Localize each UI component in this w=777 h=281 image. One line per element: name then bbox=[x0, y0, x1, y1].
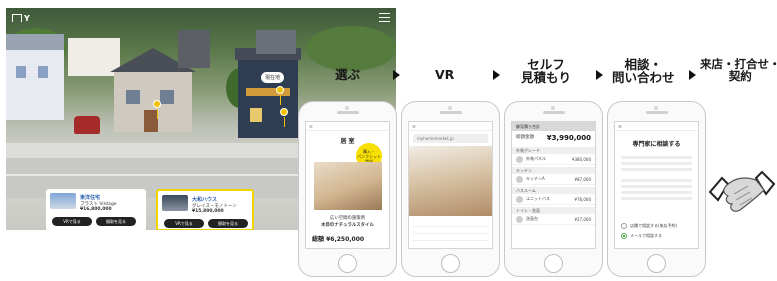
home-button[interactable] bbox=[338, 254, 357, 273]
view-vr-button[interactable]: VRで見る bbox=[164, 219, 204, 228]
house-left[interactable] bbox=[6, 34, 64, 120]
view-plan-button[interactable]: 間取を見る bbox=[96, 217, 136, 226]
estimate-item[interactable]: 外装パネル ¥380,000 bbox=[512, 154, 595, 165]
arrow-right-icon bbox=[689, 70, 696, 80]
screen-price: 総額 ¥6,250,000 bbox=[312, 236, 365, 243]
step-label-vr: VR bbox=[435, 67, 455, 82]
red-car bbox=[74, 116, 100, 134]
map-pin-icon[interactable] bbox=[280, 108, 288, 127]
phone-select: ☰ 居 室 購入・ パンフレット 請求 広い空間の施策例 木目のナチュラルスタイ… bbox=[298, 101, 397, 277]
radio-option-store[interactable]: 店舗で相談する(来店予約) bbox=[621, 223, 692, 229]
current-location-label: 現在地 bbox=[261, 72, 285, 83]
map-pin-icon[interactable] bbox=[153, 100, 161, 119]
step-label-select: 選ぶ bbox=[335, 67, 361, 82]
house-card-selected[interactable]: 大和ハウス グレイス・モノトーン ¥15,800,000 VRで見る 間取を見る bbox=[156, 189, 254, 230]
screen-title: 居 室 bbox=[340, 138, 355, 145]
estimate-item[interactable]: キッチンA ¥87,000 bbox=[512, 174, 595, 185]
arrow-right-icon bbox=[596, 70, 603, 80]
view-plan-button[interactable]: 間取を見る bbox=[208, 219, 248, 228]
house-thumbnail bbox=[50, 193, 76, 209]
screen-subtext: 木目のナチュラルスタイル bbox=[321, 223, 374, 228]
map-pin-icon[interactable] bbox=[276, 86, 284, 105]
total-label: 総額金額 bbox=[516, 135, 534, 140]
phone-consult: ☰ 専門家に相談する 店舗で相談する(来店予約) メールで相談する bbox=[607, 101, 706, 277]
app-logo: Y bbox=[12, 14, 30, 23]
section-label: 外装グレード bbox=[512, 147, 595, 154]
house-white[interactable] bbox=[68, 38, 120, 76]
hamburger-menu-icon[interactable] bbox=[379, 13, 390, 22]
section-label: キッチン bbox=[512, 167, 595, 174]
screen-text: 広い空間の施策例 bbox=[329, 216, 366, 221]
phone-screen[interactable]: 御見積り合計 総額金額 ¥3,990,000 外装グレード 外装パネル ¥380,0… bbox=[511, 121, 596, 249]
home-button[interactable] bbox=[441, 254, 460, 273]
phone-screen[interactable]: ☰ 居 室 購入・ パンフレット 請求 広い空間の施策例 木目のナチュラルスタイ… bbox=[305, 121, 390, 249]
estimate-item[interactable]: ユニットバス ¥78,000 bbox=[512, 194, 595, 205]
view-vr-button[interactable]: VRで見る bbox=[52, 217, 92, 226]
arrow-right-icon bbox=[493, 70, 500, 80]
maker-name: 大和ハウス bbox=[192, 197, 218, 203]
house-card[interactable]: 東洋住宅 プラスト Vintage ¥16,800,000 VRで見る 間取を見… bbox=[46, 189, 146, 230]
house-price: ¥16,800,000 bbox=[80, 207, 112, 212]
house-thumbnail bbox=[162, 195, 188, 211]
section-label: トイレ・洗面 bbox=[512, 207, 595, 214]
house-navy[interactable] bbox=[235, 48, 301, 138]
radio-option-mail[interactable]: メールで相談する bbox=[621, 233, 692, 239]
home-button[interactable] bbox=[647, 254, 666, 273]
home-button[interactable] bbox=[544, 254, 563, 273]
estimate-total: ¥3,990,000 bbox=[546, 134, 591, 142]
maker-name: 東洋住宅 bbox=[80, 195, 101, 201]
phone-screen[interactable]: ☰ myhomemarket.jp bbox=[408, 121, 493, 249]
estimate-item[interactable]: 洗面台 ¥27,000 bbox=[512, 214, 595, 225]
handshake-icon bbox=[708, 170, 776, 212]
estimate-header: 御見積り合計 bbox=[512, 122, 595, 131]
phone-vr: ☰ myhomemarket.jp bbox=[401, 101, 500, 277]
step-label-self-estimate: セルフ 見積もり bbox=[521, 57, 572, 86]
house-price: ¥15,800,000 bbox=[192, 209, 224, 214]
url-bar[interactable]: myhomemarket.jp bbox=[413, 134, 488, 143]
house-back[interactable] bbox=[256, 30, 296, 54]
arrow-right-icon bbox=[393, 70, 400, 80]
step-label-visit-contract: 来店・打合せ・ 契約 bbox=[700, 57, 777, 84]
house-dark[interactable] bbox=[178, 30, 210, 68]
phone-estimate: 御見積り合計 総額金額 ¥3,990,000 外装グレード 外装パネル ¥380,0… bbox=[504, 101, 603, 277]
consult-title: 専門家に相談する bbox=[632, 141, 681, 148]
section-label: バスルーム bbox=[512, 187, 595, 194]
step-label-consult: 相談・ 問い合わせ bbox=[612, 57, 675, 86]
phone-screen[interactable]: ☰ 専門家に相談する 店舗で相談する(来店予約) メールで相談する bbox=[614, 121, 699, 249]
